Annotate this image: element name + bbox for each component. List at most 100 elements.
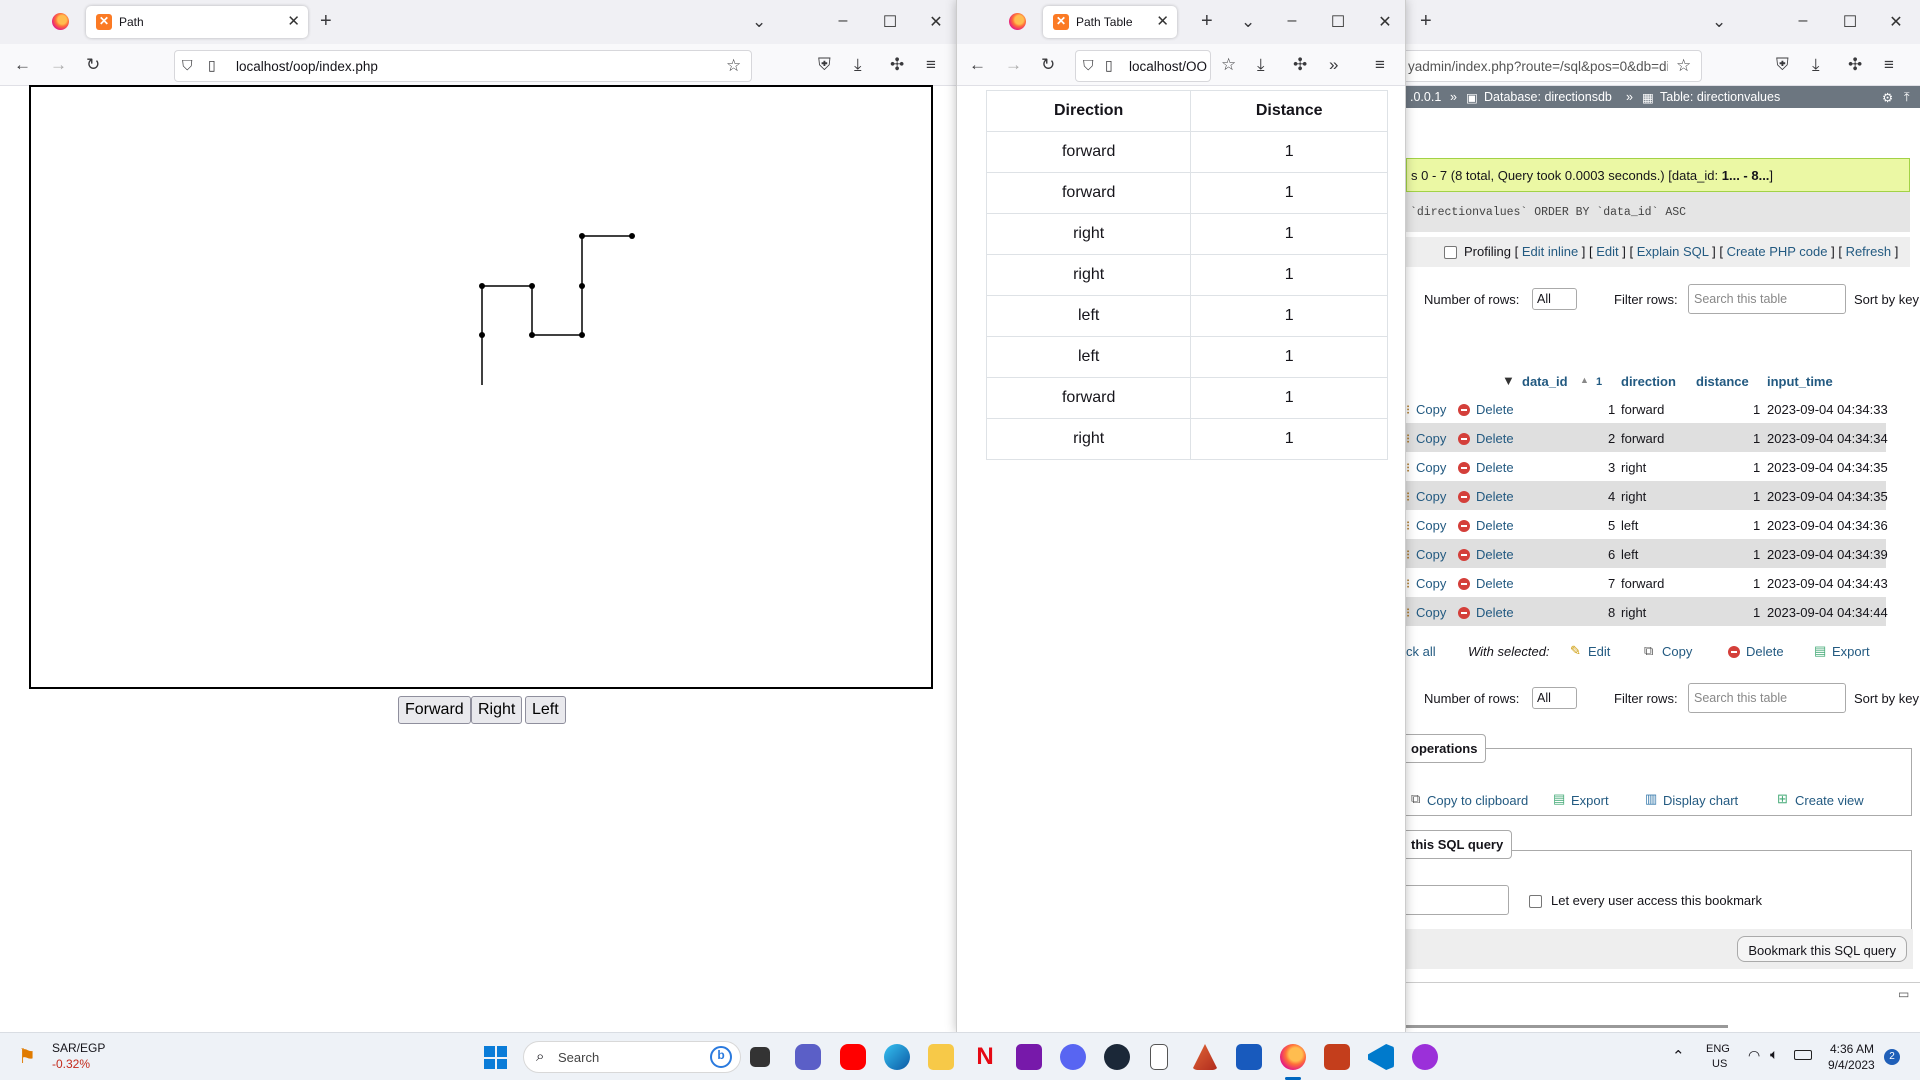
shield-icon[interactable]: ⛉ <box>182 57 193 74</box>
shield-icon[interactable]: ⛉ <box>1083 57 1094 74</box>
bulk-export-button[interactable]: Export <box>1832 644 1870 659</box>
folder-icon[interactable] <box>928 1044 954 1070</box>
breadcrumb-database[interactable]: Database: directionsdb <box>1484 90 1612 104</box>
refresh-link[interactable]: Refresh <box>1846 244 1892 259</box>
tray-chevron-icon[interactable]: ⌃ <box>1672 1047 1685 1065</box>
ticker-name[interactable]: SAR/EGP <box>52 1041 105 1055</box>
wifi-icon[interactable]: ◠ <box>1748 1047 1760 1064</box>
downloads-icon[interactable]: ⤓ <box>1812 56 1820 73</box>
minimize-icon[interactable]: – <box>833 12 853 30</box>
row-copy-button[interactable]: Copy <box>1416 576 1446 591</box>
maximize-icon[interactable]: ☐ <box>1328 12 1348 32</box>
reload-icon[interactable]: ↻ <box>1041 56 1055 73</box>
public-bookmark-checkbox[interactable] <box>1529 895 1542 908</box>
tab-path[interactable]: Path ✕ <box>86 6 308 38</box>
back-icon[interactable]: ← <box>969 56 986 73</box>
bulk-edit-button[interactable]: Edit <box>1588 644 1610 659</box>
export-link[interactable]: Export <box>1571 793 1609 808</box>
maximize-icon[interactable]: ☐ <box>880 12 900 32</box>
pocket-icon[interactable]: ⛨ <box>1776 56 1789 73</box>
row-copy-button[interactable]: Copy <box>1416 605 1446 620</box>
close-window-icon[interactable]: ✕ <box>1375 12 1395 32</box>
collapse-icon[interactable]: ⤒ <box>1904 90 1910 105</box>
back-icon[interactable]: ← <box>14 56 31 73</box>
close-tab-icon[interactable]: ✕ <box>287 12 300 30</box>
row-delete-button[interactable]: Delete <box>1476 402 1514 417</box>
downloads-icon[interactable]: ⤓ <box>854 56 862 73</box>
breadcrumb-server[interactable]: .0.0.1 <box>1410 90 1441 104</box>
taskbar-search-box[interactable]: ⌕ Search b <box>523 1041 741 1073</box>
settings-gear-icon[interactable]: ⚙ <box>1882 90 1893 105</box>
rows-select[interactable]: All <box>1532 288 1577 310</box>
pocket-icon[interactable]: ⛨ <box>818 56 831 73</box>
firefox-icon[interactable] <box>1009 13 1026 30</box>
forward-icon[interactable]: → <box>1005 56 1022 73</box>
extensions-icon[interactable]: ✣ <box>1848 56 1862 73</box>
bulk-delete-button[interactable]: Delete <box>1746 644 1784 659</box>
new-tab-icon[interactable]: + <box>320 11 332 31</box>
close-tab-icon[interactable]: ✕ <box>1156 12 1169 30</box>
bookmark-query-button[interactable]: Bookmark this SQL query <box>1737 936 1907 962</box>
console-icon[interactable]: ▭ <box>1898 987 1909 1001</box>
copy-to-clipboard-link[interactable]: Copy to clipboard <box>1427 793 1528 808</box>
steam-icon[interactable] <box>1104 1044 1130 1070</box>
chevron-down-icon[interactable]: ⌄ <box>1241 13 1255 30</box>
vscode-icon[interactable] <box>1368 1044 1394 1070</box>
row-copy-button[interactable]: Copy <box>1416 489 1446 504</box>
horizontal-scrollbar[interactable] <box>1406 1025 1728 1028</box>
netflix-icon[interactable]: N <box>972 1044 998 1070</box>
minimize-icon[interactable]: – <box>1282 12 1302 30</box>
forward-button[interactable]: Forward <box>398 696 471 724</box>
path-canvas[interactable] <box>29 85 933 689</box>
column-direction[interactable]: direction <box>1621 374 1676 389</box>
battery-icon[interactable] <box>1794 1050 1812 1060</box>
display-chart-link[interactable]: Display chart <box>1663 793 1738 808</box>
row-delete-button[interactable]: Delete <box>1476 576 1514 591</box>
close-window-icon[interactable]: ✕ <box>1886 12 1906 32</box>
edit-inline-link[interactable]: Edit inline <box>1522 244 1578 259</box>
forward-icon[interactable]: → <box>50 56 67 73</box>
right-button[interactable]: Right <box>471 696 523 724</box>
url-bar[interactable]: ⛉ ▯ localhost/oop/index.php ☆ <box>174 50 752 82</box>
row-delete-button[interactable]: Delete <box>1476 489 1514 504</box>
powerpoint-icon[interactable] <box>1324 1044 1350 1070</box>
chevron-down-icon[interactable]: ⌄ <box>752 13 766 30</box>
url-bar[interactable]: yadmin/index.php?route=/sql&pos=0&db=dir… <box>1406 50 1702 82</box>
clock-time[interactable]: 4:36 AM <box>1830 1042 1874 1056</box>
file-explorer-taskview-icon[interactable] <box>750 1047 770 1067</box>
profiling-label[interactable]: Profiling <box>1464 244 1511 259</box>
create-php-link[interactable]: Create PHP code <box>1727 244 1828 259</box>
bookmark-star-icon[interactable]: ☆ <box>1676 57 1691 74</box>
start-button[interactable] <box>484 1046 507 1069</box>
check-all-link[interactable]: ck all <box>1406 644 1436 659</box>
rows-select[interactable]: All <box>1532 687 1577 709</box>
volume-icon[interactable]: 🔈︎ <box>1770 1046 1778 1063</box>
menu-icon[interactable]: ≡ <box>1375 56 1385 73</box>
sort-desc-icon[interactable]: ▼ <box>1502 373 1515 388</box>
maximize-icon[interactable]: ☐ <box>1840 12 1860 32</box>
onenote-icon[interactable] <box>1016 1044 1042 1070</box>
edit-link[interactable]: Edit <box>1596 244 1618 259</box>
profiling-checkbox[interactable] <box>1444 246 1457 259</box>
minimize-icon[interactable]: – <box>1793 12 1813 30</box>
bookmark-star-icon[interactable]: ☆ <box>1221 56 1236 73</box>
clock-date[interactable]: 9/4/2023 <box>1828 1058 1875 1072</box>
file-icon[interactable] <box>1150 1044 1168 1070</box>
bookmark-star-icon[interactable]: ☆ <box>726 57 741 74</box>
filter-rows-input[interactable]: Search this table <box>1688 683 1846 713</box>
menu-icon[interactable]: ≡ <box>1884 56 1894 73</box>
new-tab-icon[interactable]: + <box>1201 11 1213 31</box>
firefox-icon[interactable] <box>52 13 69 30</box>
notification-badge[interactable]: 2 <box>1884 1049 1900 1065</box>
reload-icon[interactable]: ↻ <box>86 56 100 73</box>
word-icon[interactable] <box>1236 1044 1262 1070</box>
firefox-taskbar-icon[interactable] <box>1280 1044 1306 1070</box>
bulk-copy-button[interactable]: Copy <box>1662 644 1692 659</box>
row-copy-button[interactable]: Copy <box>1416 431 1446 446</box>
teams-chat-icon[interactable] <box>795 1044 821 1070</box>
row-copy-button[interactable]: Copy <box>1416 518 1446 533</box>
extensions-icon[interactable]: ✣ <box>890 56 904 73</box>
row-delete-button[interactable]: Delete <box>1476 460 1514 475</box>
column-input-time[interactable]: input_time <box>1767 374 1833 389</box>
discord-icon[interactable] <box>1060 1044 1086 1070</box>
